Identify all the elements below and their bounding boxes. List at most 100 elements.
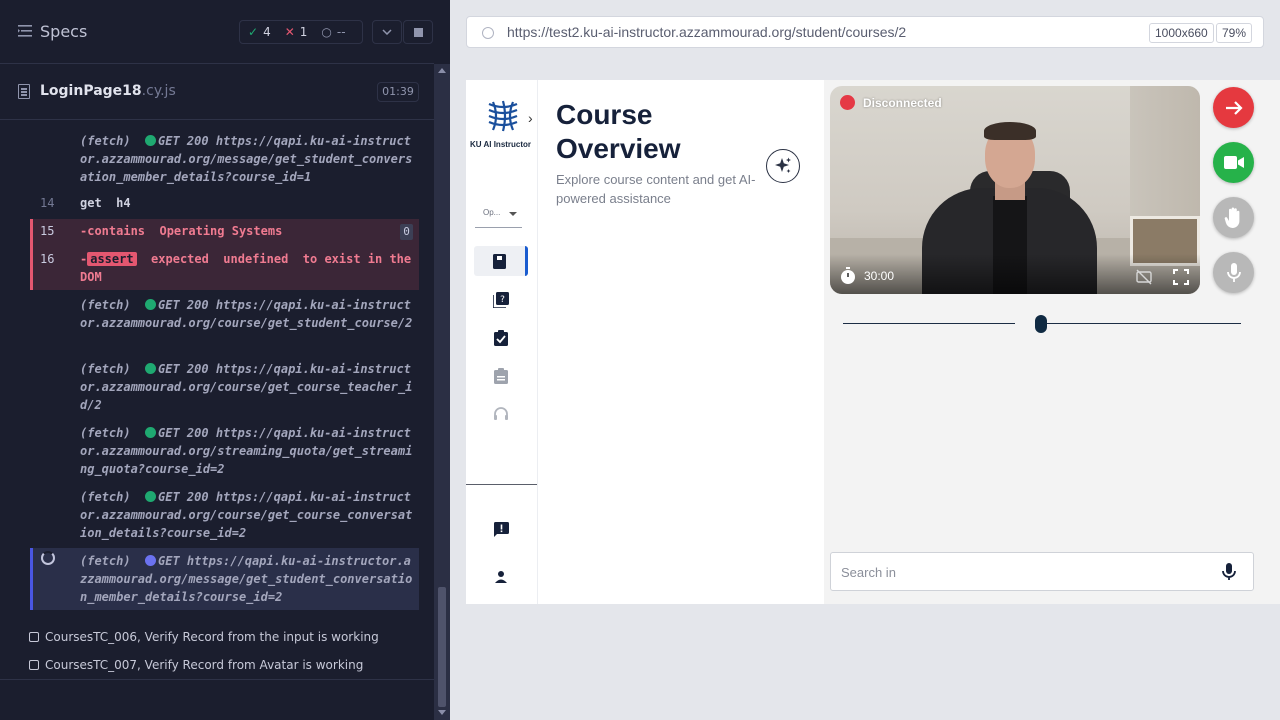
fetch-command: (fetch) GET 200 https://qapi.ku-ai-instr… <box>80 134 413 184</box>
assert-command: - assert expected undefined to exist in t… <box>80 252 419 284</box>
runner-header: Specs ✓ 4 ✕ 1 ○ -- <box>0 0 434 64</box>
scroll-up-icon[interactable] <box>438 68 446 73</box>
spec-duration: 01:39 <box>377 82 419 102</box>
command-log-row[interactable]: (fetch) GET 200 https://qapi.ku-ai-instr… <box>30 360 419 414</box>
microphone-button[interactable] <box>1213 252 1254 293</box>
search-input[interactable] <box>841 562 1211 582</box>
viewport-size-badge[interactable]: 1000x660 <box>1149 23 1214 43</box>
failed-count: ✕ 1 <box>284 25 308 39</box>
nav-feedback[interactable] <box>474 514 528 544</box>
page-subtitle: Explore course content and get AI-powere… <box>556 172 756 206</box>
nav-course-overview[interactable] <box>474 246 528 276</box>
stop-button[interactable] <box>403 20 433 44</box>
stopwatch-icon <box>841 267 855 284</box>
avatar-video[interactable]: Disconnected 30:00 <box>830 86 1200 294</box>
svg-text:?: ? <box>500 295 505 305</box>
headset-icon <box>494 407 508 420</box>
pending-circle-icon: ○ <box>321 25 332 39</box>
fetch-command: (fetch) GET https://qapi.ku-ai-instructo… <box>80 554 413 604</box>
nav-reports[interactable] <box>474 361 528 391</box>
specs-title[interactable]: Specs <box>40 22 87 41</box>
success-dot-icon <box>145 491 157 502</box>
user-icon <box>495 571 507 583</box>
command-log-row-active[interactable]: (fetch) GET https://qapi.ku-ai-instructo… <box>30 548 419 610</box>
feedback-icon <box>493 521 509 537</box>
success-dot-icon <box>145 135 157 146</box>
command-log-row[interactable]: (fetch) GET 200 https://qapi.ku-ai-instr… <box>30 424 419 478</box>
book-icon <box>493 253 506 269</box>
video-camera-icon <box>1223 156 1244 169</box>
aut-url-bar[interactable]: https://test2.ku-ai-instructor.azzammour… <box>466 16 1264 48</box>
chevron-down-icon <box>382 29 392 35</box>
scroll-down-icon[interactable] <box>438 710 446 715</box>
command-log-row-error[interactable]: 15 -contains Operating Systems 0 <box>30 219 419 247</box>
test-item[interactable]: CoursesTC_007, Verify Record from Avatar… <box>29 658 363 672</box>
logo-text: KU AI Instructor <box>470 140 532 149</box>
test-item[interactable]: CoursesTC_006, Verify Record from the in… <box>29 630 379 644</box>
command-log-row[interactable]: 14 get h4 <box>30 194 419 214</box>
document-icon <box>18 84 30 99</box>
clipboard-check-icon <box>494 330 508 346</box>
ku-logo-icon <box>488 100 518 132</box>
volume-slider-thumb[interactable] <box>1035 315 1047 333</box>
microphone-icon <box>1226 262 1241 282</box>
quiz-icon: ? <box>493 292 509 308</box>
sidebar-divider <box>466 484 537 485</box>
check-icon: ✓ <box>248 25 259 39</box>
aut-panel: https://test2.ku-ai-instructor.azzammour… <box>450 0 1280 720</box>
avatar-figure <box>984 122 1036 140</box>
success-dot-icon <box>145 299 157 310</box>
test-status-icon <box>29 632 39 642</box>
scroll-thumb[interactable] <box>438 587 446 707</box>
app-sidebar: › KU AI Instructor Op... ? <box>466 80 537 604</box>
session-timer: 30:00 <box>840 267 894 285</box>
fullscreen-icon[interactable] <box>1173 269 1189 285</box>
success-dot-icon <box>145 363 157 374</box>
spec-file-header[interactable]: LoginPage18.cy.js 01:39 <box>0 64 434 120</box>
test-stats: ✓ 4 ✕ 1 ○ -- <box>239 20 363 44</box>
command-log-row[interactable]: (fetch) GET 200 https://qapi.ku-ai-instr… <box>30 296 419 350</box>
nav-assignments[interactable] <box>474 323 528 353</box>
assert-badge: assert <box>87 252 137 266</box>
sparkle-icon <box>775 157 791 173</box>
divider <box>0 679 434 680</box>
command-log-row[interactable]: (fetch) GET 200 https://qapi.ku-ai-instr… <box>30 132 419 186</box>
aut-url[interactable]: https://test2.ku-ai-instructor.azzammour… <box>507 24 906 40</box>
page-title: Course Overview <box>556 99 681 164</box>
auto-scroll-button[interactable] <box>372 20 402 44</box>
command-log-scrollbar[interactable] <box>434 64 450 720</box>
camera-button[interactable] <box>1213 142 1254 183</box>
caret-down-icon <box>509 212 517 216</box>
leave-session-button[interactable] <box>1213 87 1254 128</box>
pending-dot-icon <box>145 555 157 566</box>
expand-sidebar-chevron-icon[interactable]: › <box>528 110 533 126</box>
nav-quiz[interactable]: ? <box>474 285 528 315</box>
course-overview-panel: Course Overview Explore course content a… <box>537 80 824 604</box>
microphone-icon[interactable] <box>1222 563 1236 581</box>
clipboard-icon <box>494 368 508 384</box>
command-log-row-error[interactable]: 16 - assert expected undefined to exist i… <box>30 247 419 290</box>
nav-profile[interactable] <box>474 562 528 592</box>
nav-support[interactable] <box>474 399 528 429</box>
avatar-panel: Disconnected 30:00 <box>824 80 1280 604</box>
fetch-command: (fetch) GET 200 https://qapi.ku-ai-instr… <box>80 298 413 330</box>
raise-hand-button[interactable] <box>1213 197 1254 238</box>
zoom-badge[interactable]: 79% <box>1216 23 1253 43</box>
captions-off-icon[interactable] <box>1136 269 1152 285</box>
status-dot-icon <box>840 95 855 110</box>
language-select[interactable]: Op... <box>475 204 522 228</box>
element-count-badge: 0 <box>400 224 413 240</box>
specs-list-icon[interactable] <box>18 25 32 37</box>
ai-assist-button[interactable] <box>766 149 800 183</box>
contains-command: -contains Operating Systems <box>80 224 283 238</box>
globe-icon <box>482 27 494 39</box>
hand-icon <box>1224 207 1239 228</box>
app-frame: › KU AI Instructor Op... ? Course Overvi… <box>466 80 1280 604</box>
chat-search-box[interactable] <box>830 552 1254 591</box>
fetch-command: (fetch) GET 200 https://qapi.ku-ai-instr… <box>80 426 413 476</box>
arrow-right-icon <box>1225 100 1243 115</box>
fetch-command: (fetch) GET 200 https://qapi.ku-ai-instr… <box>80 362 413 412</box>
command-log-row[interactable]: (fetch) GET 200 https://qapi.ku-ai-instr… <box>30 488 419 542</box>
loading-spinner-icon <box>41 551 55 565</box>
get-command: get h4 <box>80 196 131 210</box>
